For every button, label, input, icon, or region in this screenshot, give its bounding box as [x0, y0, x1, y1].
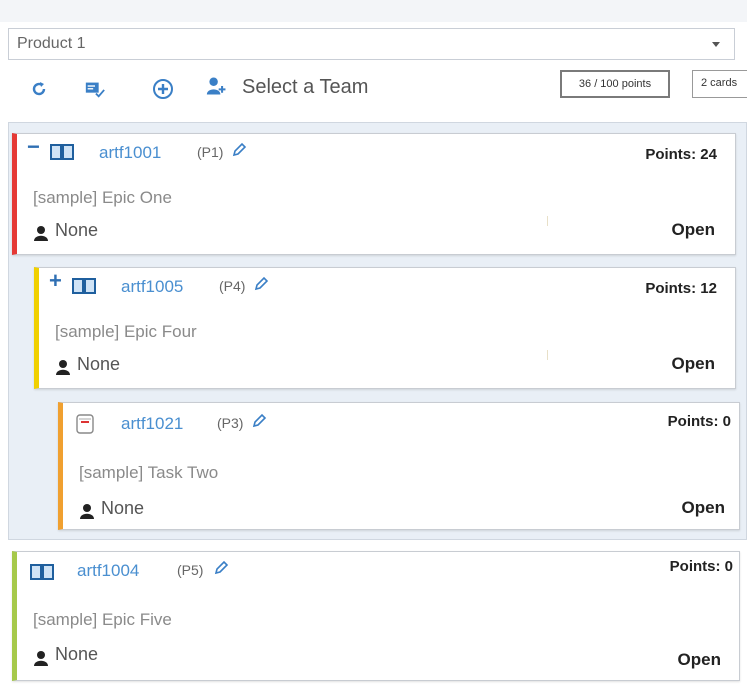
divider — [547, 350, 548, 360]
card-title: [sample] Epic One — [33, 188, 172, 207]
card-artf1001[interactable]: − artf1001 (P1) Points: 24 [sample] Epic… — [12, 133, 736, 255]
divider — [547, 216, 548, 226]
points-label: Points: 12 — [645, 280, 717, 297]
task-icon — [75, 413, 95, 440]
toolbar: Select a Team 36 / 100 points 2 cards — [0, 66, 747, 110]
user-icon — [33, 650, 49, 671]
artifact-id-link[interactable]: artf1021 — [121, 414, 183, 434]
pencil-icon[interactable] — [231, 142, 247, 163]
pencil-icon[interactable] — [253, 276, 269, 297]
points-label: Points: 0 — [667, 413, 731, 430]
owner-label[interactable]: None — [55, 644, 98, 665]
owner-label[interactable]: None — [101, 498, 144, 519]
product-select[interactable]: Product 1 — [8, 28, 735, 60]
artifact-id-link[interactable]: artf1001 — [99, 143, 161, 163]
epic-book-icon — [49, 142, 75, 167]
product-select-value: Product 1 — [17, 35, 86, 52]
pencil-icon[interactable] — [213, 560, 229, 581]
user-icon — [33, 225, 49, 246]
user-icon — [55, 359, 71, 380]
card-title: [sample] Task Two — [79, 463, 219, 482]
points-label: Points: 24 — [645, 146, 717, 163]
card-artf1005[interactable]: + artf1005 (P4) Points: 12 [sample] Epic… — [34, 267, 736, 389]
add-circle-icon[interactable] — [152, 78, 174, 100]
collapse-icon[interactable]: − — [27, 136, 40, 158]
priority-label: (P1) — [197, 144, 224, 160]
status-label[interactable]: Open — [682, 498, 725, 518]
edit-check-icon[interactable] — [84, 78, 106, 100]
select-team-label[interactable]: Select a Team — [242, 76, 368, 99]
priority-label: (P5) — [177, 562, 204, 578]
card-title: [sample] Epic Four — [55, 322, 197, 341]
priority-label: (P3) — [217, 415, 244, 431]
artifact-id-link[interactable]: artf1004 — [77, 561, 139, 581]
pencil-icon[interactable] — [251, 413, 267, 434]
status-label[interactable]: Open — [672, 354, 715, 374]
card-artf1004[interactable]: artf1004 (P5) Points: 0 [sample] Epic Fi… — [12, 551, 740, 681]
team-icon[interactable] — [206, 75, 228, 97]
status-label[interactable]: Open — [672, 220, 715, 240]
artifact-id-link[interactable]: artf1005 — [121, 277, 183, 297]
priority-label: (P4) — [219, 278, 246, 294]
points-summary: 36 / 100 points — [560, 70, 670, 98]
cards-summary: 2 cards — [692, 70, 747, 98]
user-icon — [79, 503, 95, 524]
refresh-icon[interactable] — [28, 78, 50, 100]
card-artf1021[interactable]: artf1021 (P3) Points: 0 [sample] Task Tw… — [58, 402, 740, 530]
expand-icon[interactable]: + — [49, 270, 62, 292]
epic-book-icon — [71, 276, 97, 301]
top-strip — [0, 0, 747, 22]
points-label: Points: 0 — [669, 558, 733, 575]
epic-book-icon — [29, 562, 55, 587]
owner-label[interactable]: None — [77, 354, 120, 375]
chevron-down-icon[interactable] — [712, 42, 720, 47]
owner-label[interactable]: None — [55, 220, 98, 241]
card-title: [sample] Epic Five — [33, 610, 172, 629]
status-label[interactable]: Open — [678, 650, 721, 670]
